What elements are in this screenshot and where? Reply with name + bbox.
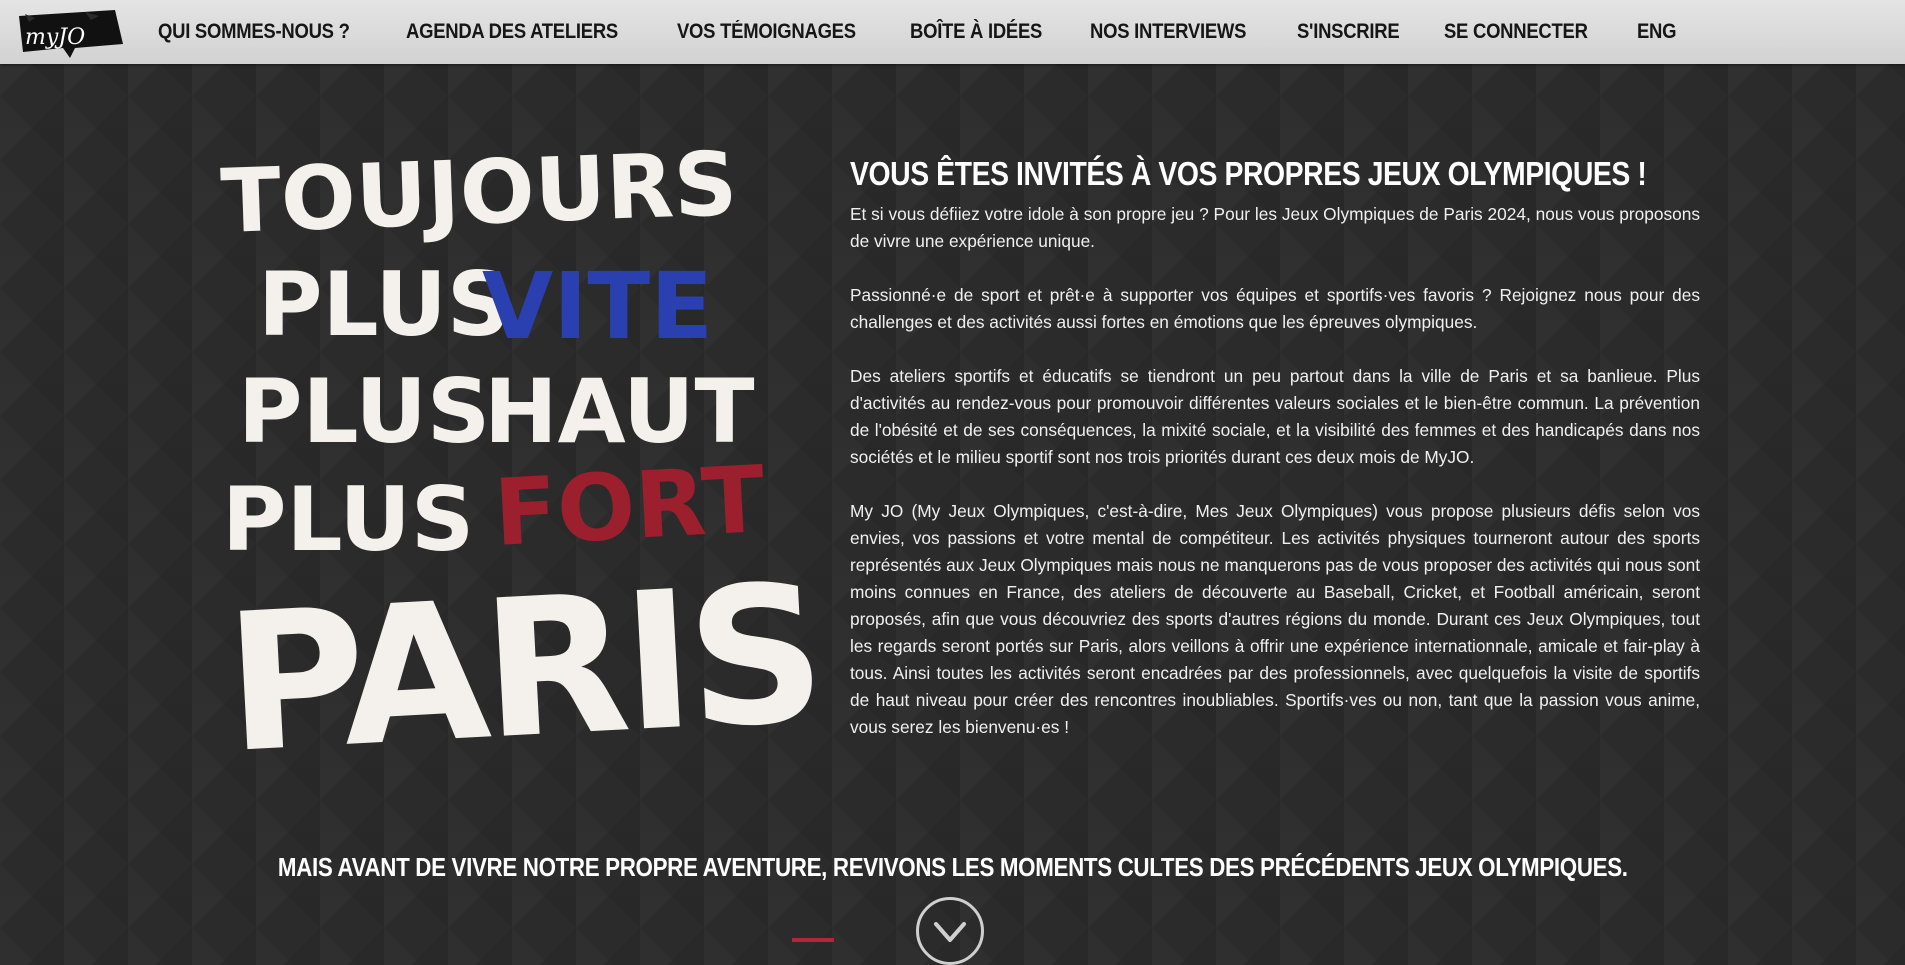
poster-word-plus-3: PLUS (222, 468, 474, 571)
logo-graphic: myJO (19, 10, 123, 58)
myjo-logo[interactable]: myJO (15, 6, 125, 60)
poster-word-vite: VITE (482, 253, 713, 360)
nav-temoignages[interactable]: VOS TÉMOIGNAGES (677, 20, 856, 44)
nav-se-connecter[interactable]: SE CONNECTER (1444, 20, 1588, 44)
main-nav: QUI SOMMES-NOUS ? AGENDA DES ATELIERS VO… (158, 0, 1712, 64)
logo-text: myJO (25, 25, 85, 50)
poster-line-toujours: TOUJOURS (219, 132, 739, 253)
nav-sinscrire[interactable]: S'INSCRIRE (1297, 20, 1400, 44)
scroll-down-button[interactable] (916, 897, 984, 965)
chevron-down-icon (934, 922, 966, 942)
intro-paragraph-1: Et si vous défiiez votre idole à son pro… (850, 204, 1700, 251)
nav-interviews[interactable]: NOS INTERVIEWS (1090, 20, 1246, 44)
poster-word-paris: PARIS (221, 543, 824, 795)
red-accent-tab (792, 938, 834, 942)
section-title-text: MAIS AVANT DE VIVRE NOTRE PROPRE AVENTUR… (277, 852, 1628, 882)
poster-graphic: TOUJOURS PLUS VITE PLUS HAUT PLUS FORT P… (219, 132, 824, 795)
nav-boite-a-idees[interactable]: BOÎTE À IDÉES (910, 20, 1042, 44)
intro-paragraph-2: Passionné·e de sport et prêt·e à support… (850, 285, 1700, 332)
top-navbar: myJO QUI SOMMES-NOUS ? AGENDA DES ATELIE… (0, 0, 1905, 64)
section-title-moments-cultes: MAIS AVANT DE VIVRE NOTRE PROPRE AVENTUR… (0, 852, 1905, 883)
nav-qui-sommes-nous[interactable]: QUI SOMMES-NOUS ? (158, 20, 350, 44)
intro-paragraph-3: Des ateliers sportifs et éducatifs se ti… (850, 366, 1700, 467)
nav-language-eng[interactable]: ENG (1637, 20, 1677, 44)
nav-agenda-ateliers[interactable]: AGENDA DES ATELIERS (406, 20, 618, 44)
poster-word-plus-2: PLUS (238, 360, 490, 463)
olympic-motto-poster: TOUJOURS PLUS VITE PLUS HAUT PLUS FORT P… (210, 132, 824, 795)
intro-paragraph-4: My JO (My Jeux Olympiques, c'est-à-dire,… (850, 501, 1700, 737)
intro-section: VOUS ÊTES INVITÉS À VOS PROPRES JEUX OLY… (850, 155, 1700, 768)
poster-word-plus-1: PLUS (258, 253, 510, 356)
intro-headline: VOUS ÊTES INVITÉS À VOS PROPRES JEUX OLY… (850, 155, 1647, 192)
